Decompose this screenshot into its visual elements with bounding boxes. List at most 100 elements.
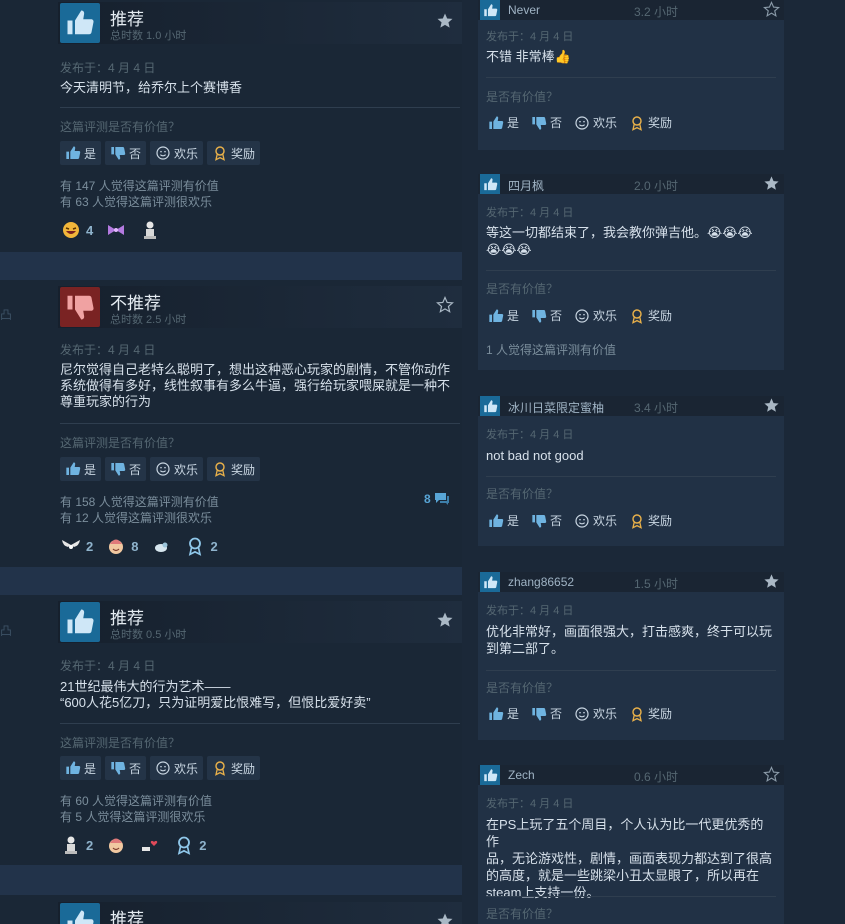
- vote-yes-label: 是: [507, 514, 520, 528]
- reviewer-name[interactable]: 四月枫: [508, 177, 544, 194]
- review-header[interactable]: 推荐: [58, 902, 462, 924]
- award-button[interactable]: 奖励: [207, 756, 261, 780]
- star-icon[interactable]: [436, 912, 454, 924]
- star-outline-icon[interactable]: [763, 1, 780, 18]
- star-icon[interactable]: [436, 12, 454, 30]
- vote-yes-button[interactable]: 是: [488, 114, 519, 131]
- review-card: 推荐 总时数 0.5 小时 发布于：4 月 4 日 21世纪最伟大的行为艺术——…: [0, 595, 462, 865]
- thumbs-up-icon: [480, 765, 500, 785]
- award-item[interactable]: 8: [105, 536, 138, 556]
- award-item[interactable]: 4: [60, 220, 93, 240]
- award-item[interactable]: 2: [173, 835, 206, 855]
- reviewer-name[interactable]: Never: [508, 3, 540, 17]
- star-icon[interactable]: [763, 397, 780, 414]
- vote-no-label: 否: [129, 462, 142, 477]
- vote-funny-button[interactable]: 欢乐: [574, 705, 617, 722]
- award-button[interactable]: 奖励: [629, 114, 672, 131]
- vote-funny-button[interactable]: 欢乐: [574, 512, 617, 529]
- review-header[interactable]: Zech 0.6 小时: [478, 765, 784, 785]
- helpful-count: 1 人觉得这篇评测有价值: [486, 343, 617, 357]
- star-outline-icon[interactable]: [436, 296, 454, 314]
- award-item[interactable]: [105, 220, 127, 240]
- review-card: Never 3.2 小时 发布于：4 月 4 日 不错 非常棒👍 是否有价值？ …: [478, 0, 784, 150]
- thumbs-up-icon: [480, 174, 500, 194]
- award-button[interactable]: 奖励: [629, 307, 672, 324]
- vote-funny-button[interactable]: 欢乐: [150, 457, 204, 481]
- vote-yes-button[interactable]: 是: [488, 705, 519, 722]
- review-body-line: “600人花5亿刀，只为证明爱比恨难写，但恨比爱好卖”: [60, 695, 371, 710]
- smile-icon: [574, 706, 590, 722]
- reviewer-name[interactable]: 冰川日菜限定蜜柚: [508, 399, 604, 416]
- vote-no-button[interactable]: 否: [531, 512, 562, 529]
- helpful-question: 这篇评测是否有价值？: [60, 436, 181, 450]
- vote-yes-button[interactable]: 是: [60, 756, 102, 780]
- award-label: 奖励: [648, 514, 673, 528]
- review-date: 发布于：4 月 4 日: [486, 429, 574, 441]
- medal-icon: [212, 145, 228, 161]
- award-item[interactable]: 2: [60, 536, 93, 556]
- award-count: 2: [86, 837, 94, 853]
- vote-no-button[interactable]: 否: [531, 307, 562, 324]
- review-header[interactable]: 四月枫 2.0 小时: [478, 174, 784, 194]
- vote-yes-button[interactable]: 是: [488, 307, 519, 324]
- review-header[interactable]: 不推荐 总时数 2.5 小时: [58, 286, 462, 328]
- vote-yes-button[interactable]: 是: [60, 141, 102, 165]
- comment-count[interactable]: 8: [424, 492, 450, 506]
- award-item[interactable]: [139, 220, 161, 240]
- thumbs-down-icon: [110, 461, 126, 477]
- review-body: 今天清明节，给乔尔上个赛博香: [60, 80, 243, 95]
- vote-funny-button[interactable]: 欢乐: [574, 114, 617, 131]
- helpful-question: 是否有价值？: [486, 90, 559, 104]
- reviewer-name[interactable]: Zech: [508, 768, 535, 782]
- vote-no-button[interactable]: 否: [531, 114, 562, 131]
- vote-funny-button[interactable]: 欢乐: [574, 307, 617, 324]
- comment-count-value: 8: [424, 492, 431, 506]
- award-item[interactable]: 2: [60, 835, 93, 855]
- award-button[interactable]: 奖励: [629, 512, 672, 529]
- vote-buttons: 是 否 欢乐 奖励: [488, 114, 672, 131]
- award-label: 奖励: [648, 116, 673, 130]
- review-header[interactable]: Never 3.2 小时: [478, 0, 784, 20]
- vote-no-label: 否: [550, 309, 563, 323]
- smiling-face-icon: [109, 539, 124, 554]
- thumbs-down-icon: [110, 145, 126, 161]
- review-header[interactable]: 推荐 总时数 1.0 小时: [58, 2, 462, 44]
- vote-funny-button[interactable]: 欢乐: [150, 141, 204, 165]
- review-body: 在PS上玩了五个周目，个人认为比一代更优秀的作 品，无论游戏性，剧情，画面表现力…: [486, 816, 776, 901]
- award-item[interactable]: 2: [184, 536, 218, 556]
- review-body-line: 品，无论游戏性，剧情，画面表现力都达到了很高: [486, 851, 773, 866]
- award-item[interactable]: [105, 835, 127, 855]
- vote-no-label: 否: [550, 116, 563, 130]
- award-button[interactable]: 奖励: [207, 457, 261, 481]
- reviewer-name[interactable]: zhang86652: [508, 575, 574, 589]
- award-item[interactable]: [150, 536, 172, 556]
- figure-icon: [144, 221, 157, 239]
- helpful-question: 是否有价值？: [486, 907, 559, 921]
- review-header[interactable]: 推荐 总时数 0.5 小时: [58, 601, 462, 643]
- star-icon[interactable]: [763, 175, 780, 192]
- award-button[interactable]: 奖励: [629, 705, 672, 722]
- vote-no-button[interactable]: 否: [105, 141, 147, 165]
- star-outline-icon[interactable]: [763, 766, 780, 783]
- vote-no-button[interactable]: 否: [105, 457, 147, 481]
- award-list: 2 8 2: [60, 535, 218, 557]
- vote-funny-button[interactable]: 欢乐: [150, 756, 204, 780]
- star-icon[interactable]: [763, 573, 780, 590]
- award-button[interactable]: 奖励: [207, 141, 261, 165]
- review-body: 等这一切都结束了，我会教你弹吉他。😭😭😭 😭😭😭: [486, 224, 776, 258]
- review-date: 发布于：4 月 4 日: [60, 659, 156, 673]
- vote-funny-label: 欢乐: [174, 462, 199, 477]
- vote-no-button[interactable]: 否: [531, 705, 562, 722]
- vote-no-button[interactable]: 否: [105, 756, 147, 780]
- vote-buttons: 是 否 欢乐 奖励: [488, 307, 672, 324]
- review-body-line: 21世纪最伟大的行为艺术——: [60, 679, 231, 694]
- award-item[interactable]: [139, 835, 161, 855]
- review-header[interactable]: zhang86652 1.5 小时: [478, 572, 784, 592]
- vote-yes-button[interactable]: 是: [60, 457, 102, 481]
- review-card: 推荐: [0, 895, 462, 924]
- review-body-line: 在PS上玩了五个周目，个人认为比一代更优秀的作: [486, 817, 764, 849]
- star-icon[interactable]: [436, 611, 454, 629]
- review-header[interactable]: 冰川日菜限定蜜柚 3.4 小时: [478, 396, 784, 416]
- review-body: not bad not good: [486, 448, 584, 463]
- vote-yes-button[interactable]: 是: [488, 512, 519, 529]
